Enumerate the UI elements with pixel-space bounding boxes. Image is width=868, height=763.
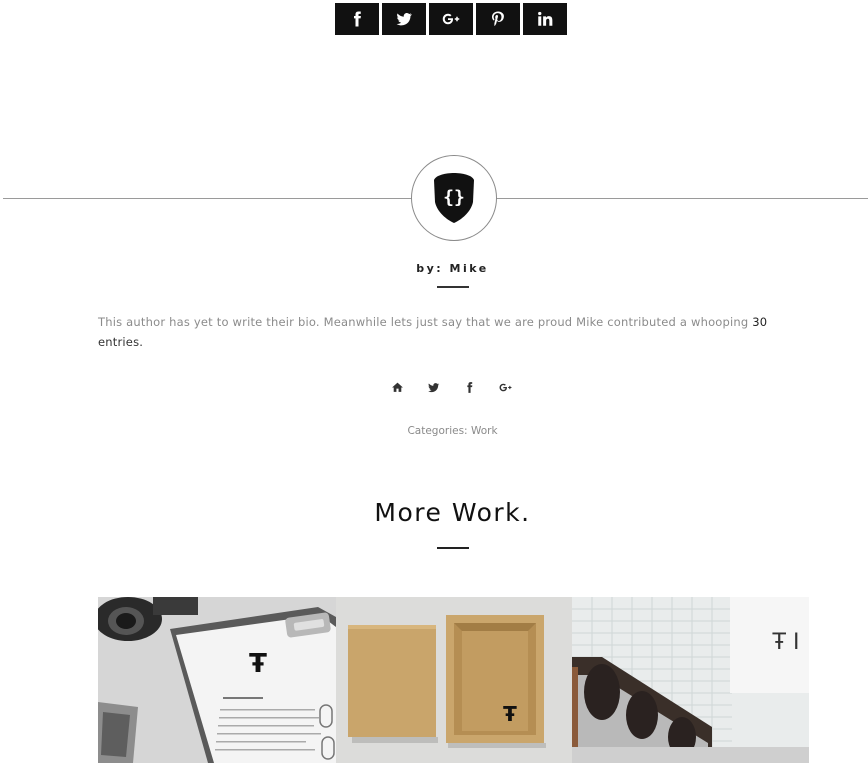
svg-text:{}: {} — [443, 187, 465, 208]
portfolio-thumb-packaging[interactable]: Ŧ — [336, 597, 572, 763]
packaging-image: Ŧ — [336, 597, 572, 763]
entry-count: 30 — [752, 315, 768, 329]
more-work-grid: Ŧ Ŧ Ŧ I — [98, 597, 809, 763]
svg-text:Ŧ: Ŧ — [503, 702, 517, 726]
svg-text:Ŧ: Ŧ — [249, 649, 267, 679]
author-facebook-link[interactable] — [460, 378, 478, 396]
author-twitter-link[interactable] — [424, 378, 442, 396]
twitter-icon — [427, 382, 439, 392]
home-icon — [391, 382, 403, 392]
share-facebook-button[interactable] — [335, 3, 379, 35]
more-work-heading: More Work. — [374, 498, 531, 527]
author-home-link[interactable] — [388, 378, 406, 396]
code-shield-icon: {} — [434, 173, 474, 223]
svg-text:Ŧ I: Ŧ I — [772, 630, 800, 655]
share-twitter-button[interactable] — [382, 3, 426, 35]
share-buttons — [335, 3, 567, 35]
more-work-underline — [437, 547, 469, 549]
facebook-icon — [354, 11, 361, 27]
google-plus-icon — [499, 383, 511, 391]
category-link-work[interactable]: Work — [471, 425, 498, 437]
categories-label: Categories: — [407, 425, 468, 437]
portfolio-thumb-stationery[interactable]: Ŧ — [98, 597, 336, 763]
linkedin-icon — [538, 11, 553, 26]
post-categories: Categories: Work — [0, 425, 868, 437]
bio-text: This author has yet to write their bio. … — [98, 315, 749, 329]
author-avatar: {} — [411, 155, 497, 241]
page: {} by: Mike This author has yet to write… — [0, 0, 868, 763]
author-social-links — [388, 378, 514, 396]
escalator-image: Ŧ I — [572, 597, 809, 763]
facebook-icon — [466, 381, 472, 393]
share-google-plus-button[interactable] — [429, 3, 473, 35]
google-plus-icon — [442, 13, 460, 25]
portfolio-thumb-escalator[interactable]: Ŧ I — [572, 597, 809, 763]
author-name: by: Mike — [416, 262, 489, 275]
author-bio: This author has yet to write their bio. … — [98, 312, 798, 352]
stationery-image: Ŧ — [98, 597, 336, 763]
share-pinterest-button[interactable] — [476, 3, 520, 35]
author-google-plus-link[interactable] — [496, 378, 514, 396]
share-linkedin-button[interactable] — [523, 3, 567, 35]
entries-word: entries. — [98, 335, 144, 349]
author-name-underline — [437, 286, 469, 288]
twitter-icon — [396, 12, 412, 26]
pinterest-icon — [492, 11, 504, 27]
